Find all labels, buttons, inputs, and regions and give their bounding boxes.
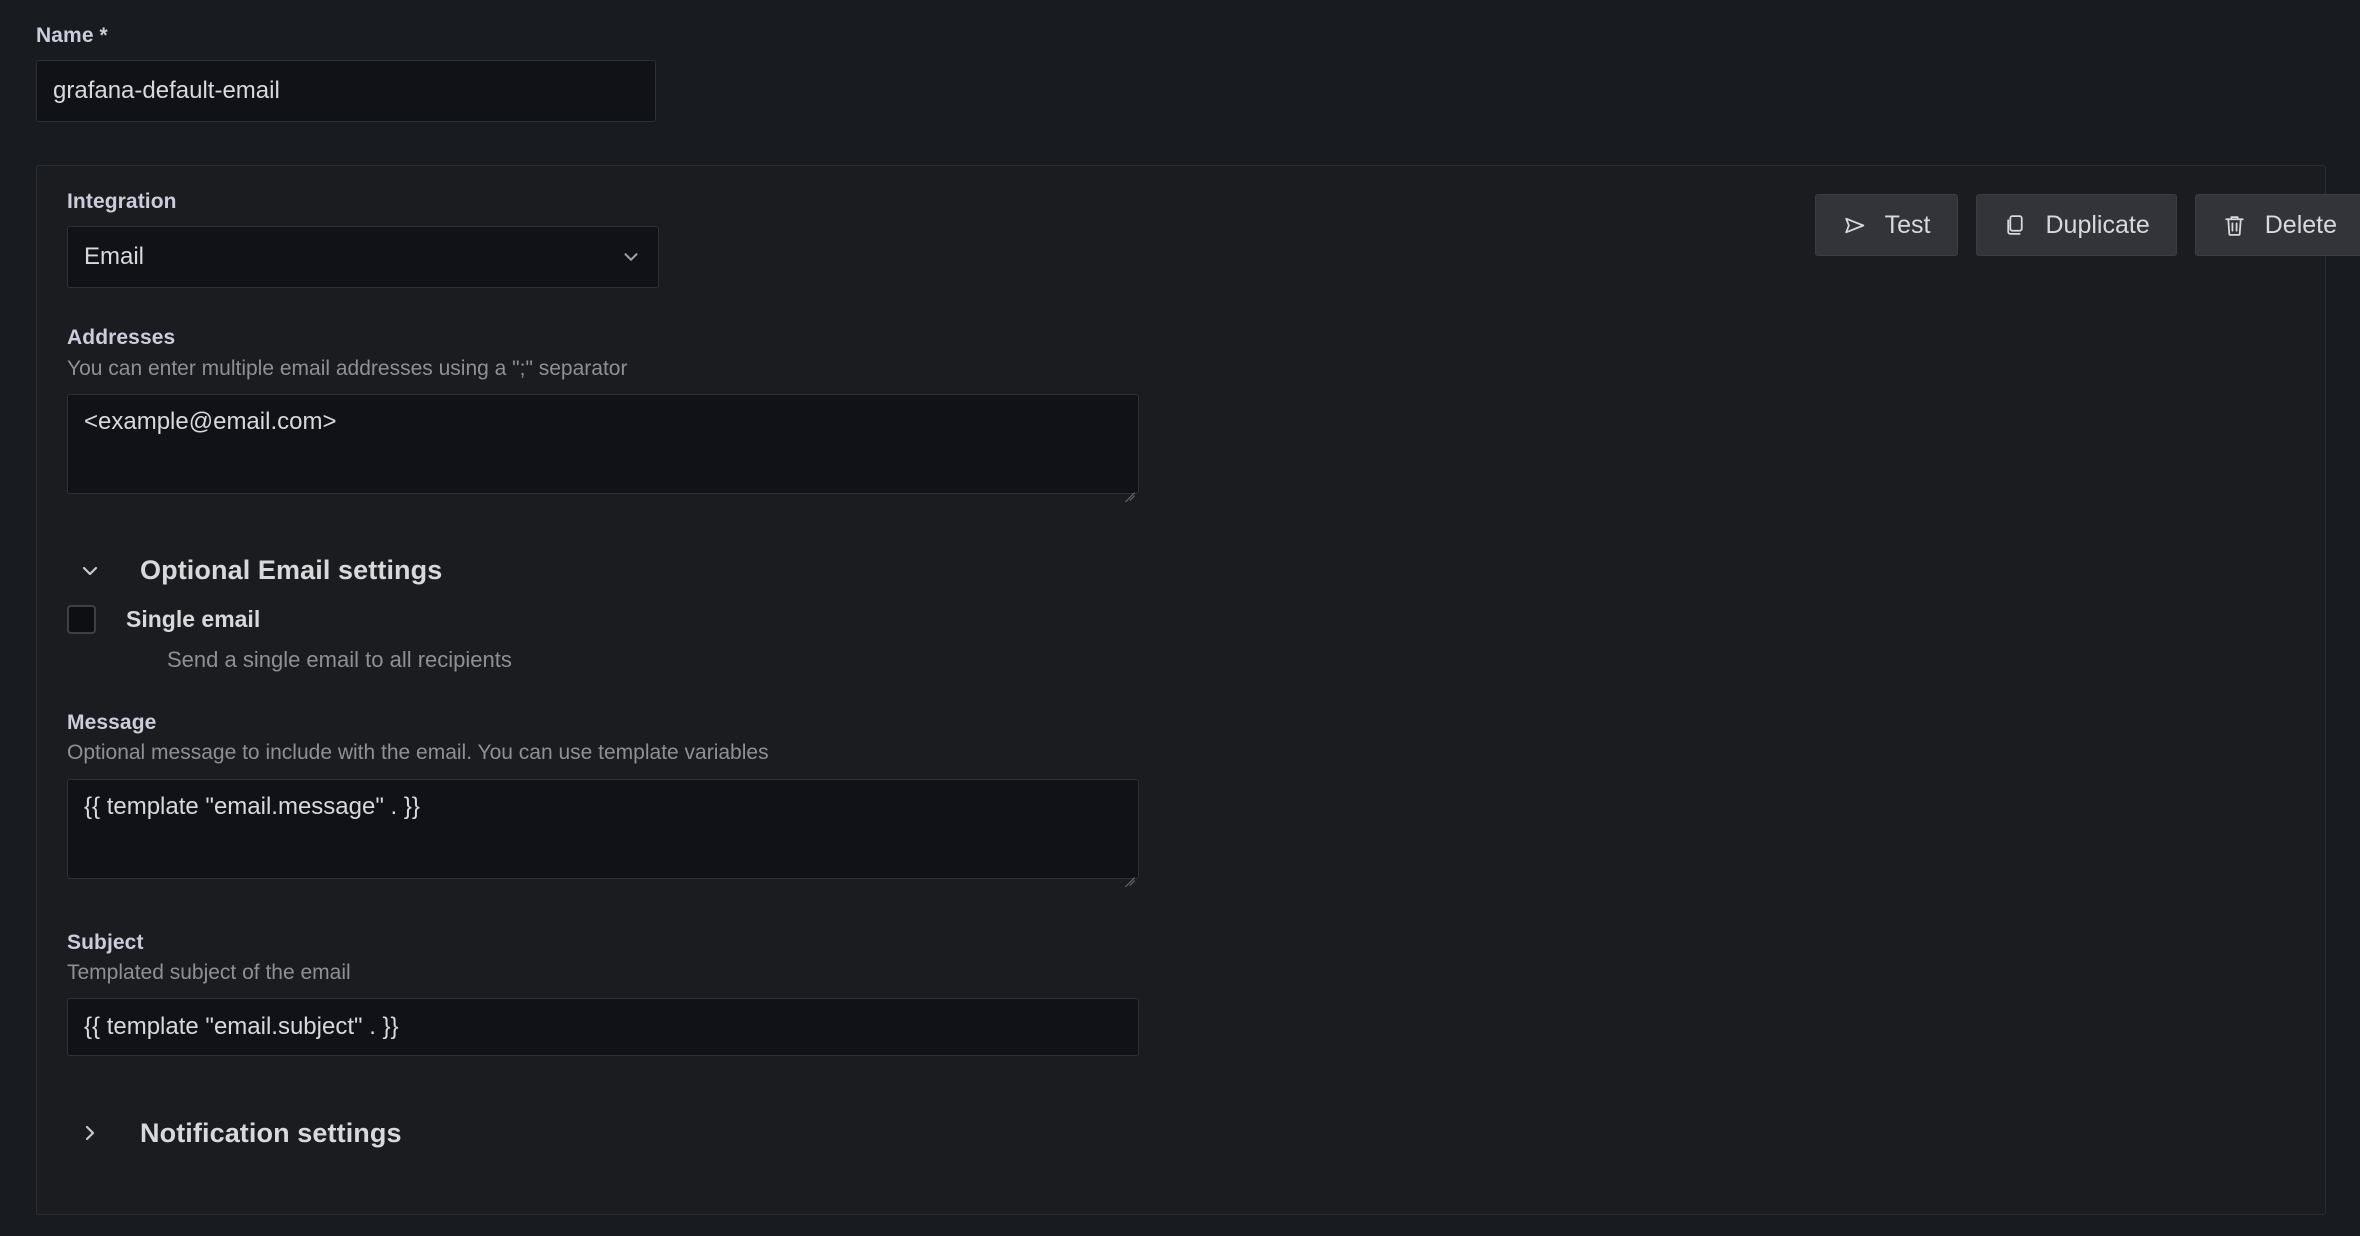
notification-settings-section: Notification settings — [67, 1111, 2295, 1155]
addresses-description: You can enter multiple email addresses u… — [67, 355, 2295, 383]
subject-label: Subject — [67, 929, 2295, 956]
trash-icon — [2222, 212, 2248, 238]
single-email-label: Single email — [126, 606, 260, 633]
name-field-group: Name * — [36, 22, 656, 122]
optional-email-settings-title: Optional Email settings — [140, 555, 442, 586]
copy-icon — [2003, 212, 2029, 238]
single-email-description: Send a single email to all recipients — [167, 647, 2295, 673]
integration-actions: Test Duplicate Delete — [1815, 194, 2360, 256]
delete-button-label: Delete — [2265, 213, 2337, 238]
message-label: Message — [67, 709, 2295, 736]
subject-input[interactable] — [67, 998, 1139, 1056]
message-description: Optional message to include with the ema… — [67, 739, 2295, 767]
delete-button[interactable]: Delete — [2195, 194, 2360, 256]
duplicate-button-label: Duplicate — [2046, 213, 2150, 238]
test-button[interactable]: Test — [1815, 194, 1958, 256]
test-button-label: Test — [1885, 213, 1931, 238]
notification-settings-title: Notification settings — [140, 1118, 402, 1149]
optional-email-settings-section: Optional Email settings Single email Sen… — [67, 549, 2295, 1056]
optional-email-settings-toggle[interactable]: Optional Email settings — [67, 549, 2295, 593]
single-email-checkbox[interactable] — [67, 605, 96, 634]
chevron-right-icon — [73, 1121, 107, 1145]
subject-field-group: Subject Templated subject of the email — [67, 929, 2295, 1057]
addresses-label: Addresses — [67, 324, 2295, 351]
notification-settings-toggle[interactable]: Notification settings — [67, 1111, 2295, 1155]
name-label: Name * — [36, 22, 656, 49]
integration-card: Integration Email Addresses You can ente… — [36, 165, 2326, 1215]
chevron-down-icon — [620, 246, 642, 268]
addresses-field-group: Addresses You can enter multiple email a… — [67, 324, 2295, 499]
chevron-down-icon — [73, 559, 107, 583]
name-input[interactable] — [36, 60, 656, 122]
addresses-textarea[interactable] — [67, 394, 1139, 494]
single-email-row: Single email — [67, 605, 2295, 634]
notification-contact-point-editor: Name * Integration Email Addresses — [0, 0, 2360, 1236]
subject-description: Templated subject of the email — [67, 959, 2295, 987]
integration-select-value: Email — [84, 243, 620, 271]
message-field-group: Message Optional message to include with… — [67, 709, 2295, 884]
duplicate-button[interactable]: Duplicate — [1976, 194, 2177, 256]
send-icon — [1842, 212, 1868, 238]
message-textarea[interactable] — [67, 779, 1139, 879]
integration-select[interactable]: Email — [67, 226, 659, 288]
